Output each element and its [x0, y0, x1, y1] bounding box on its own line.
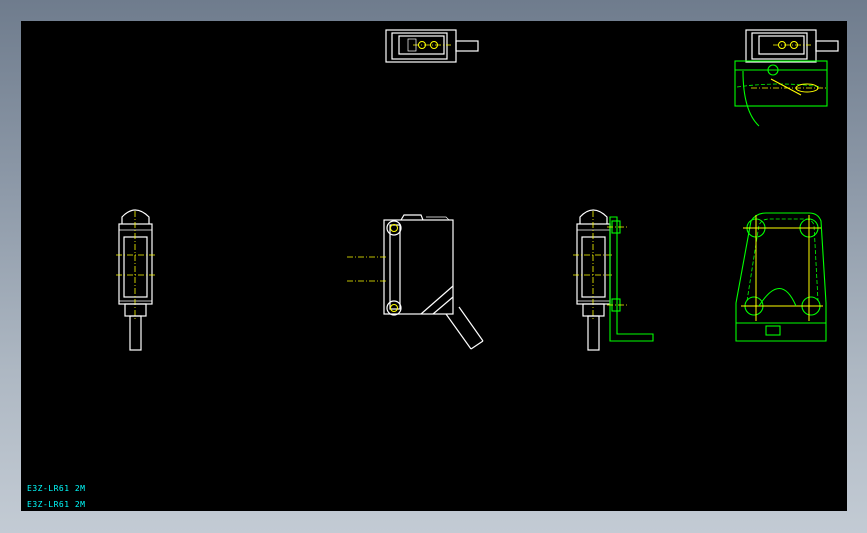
- top-view-sensor: [385, 29, 479, 63]
- side-view-sensor: [347, 214, 484, 350]
- drawing-caption-1: E3Z-LR61 2M: [27, 484, 86, 493]
- top-view-sensor-with-bracket: [734, 29, 839, 127]
- drawing-views: .w { stroke:#fff; fill:none; stroke-widt…: [116, 29, 839, 351]
- front-view-with-bracket: [573, 209, 654, 351]
- cad-drawing-canvas[interactable]: .w { stroke:#fff; fill:none; stroke-widt…: [21, 21, 847, 511]
- drawing-caption-2: E3Z-LR61 2M: [27, 500, 86, 509]
- front-view-sensor: [116, 209, 156, 351]
- bracket-side-view: [735, 212, 827, 342]
